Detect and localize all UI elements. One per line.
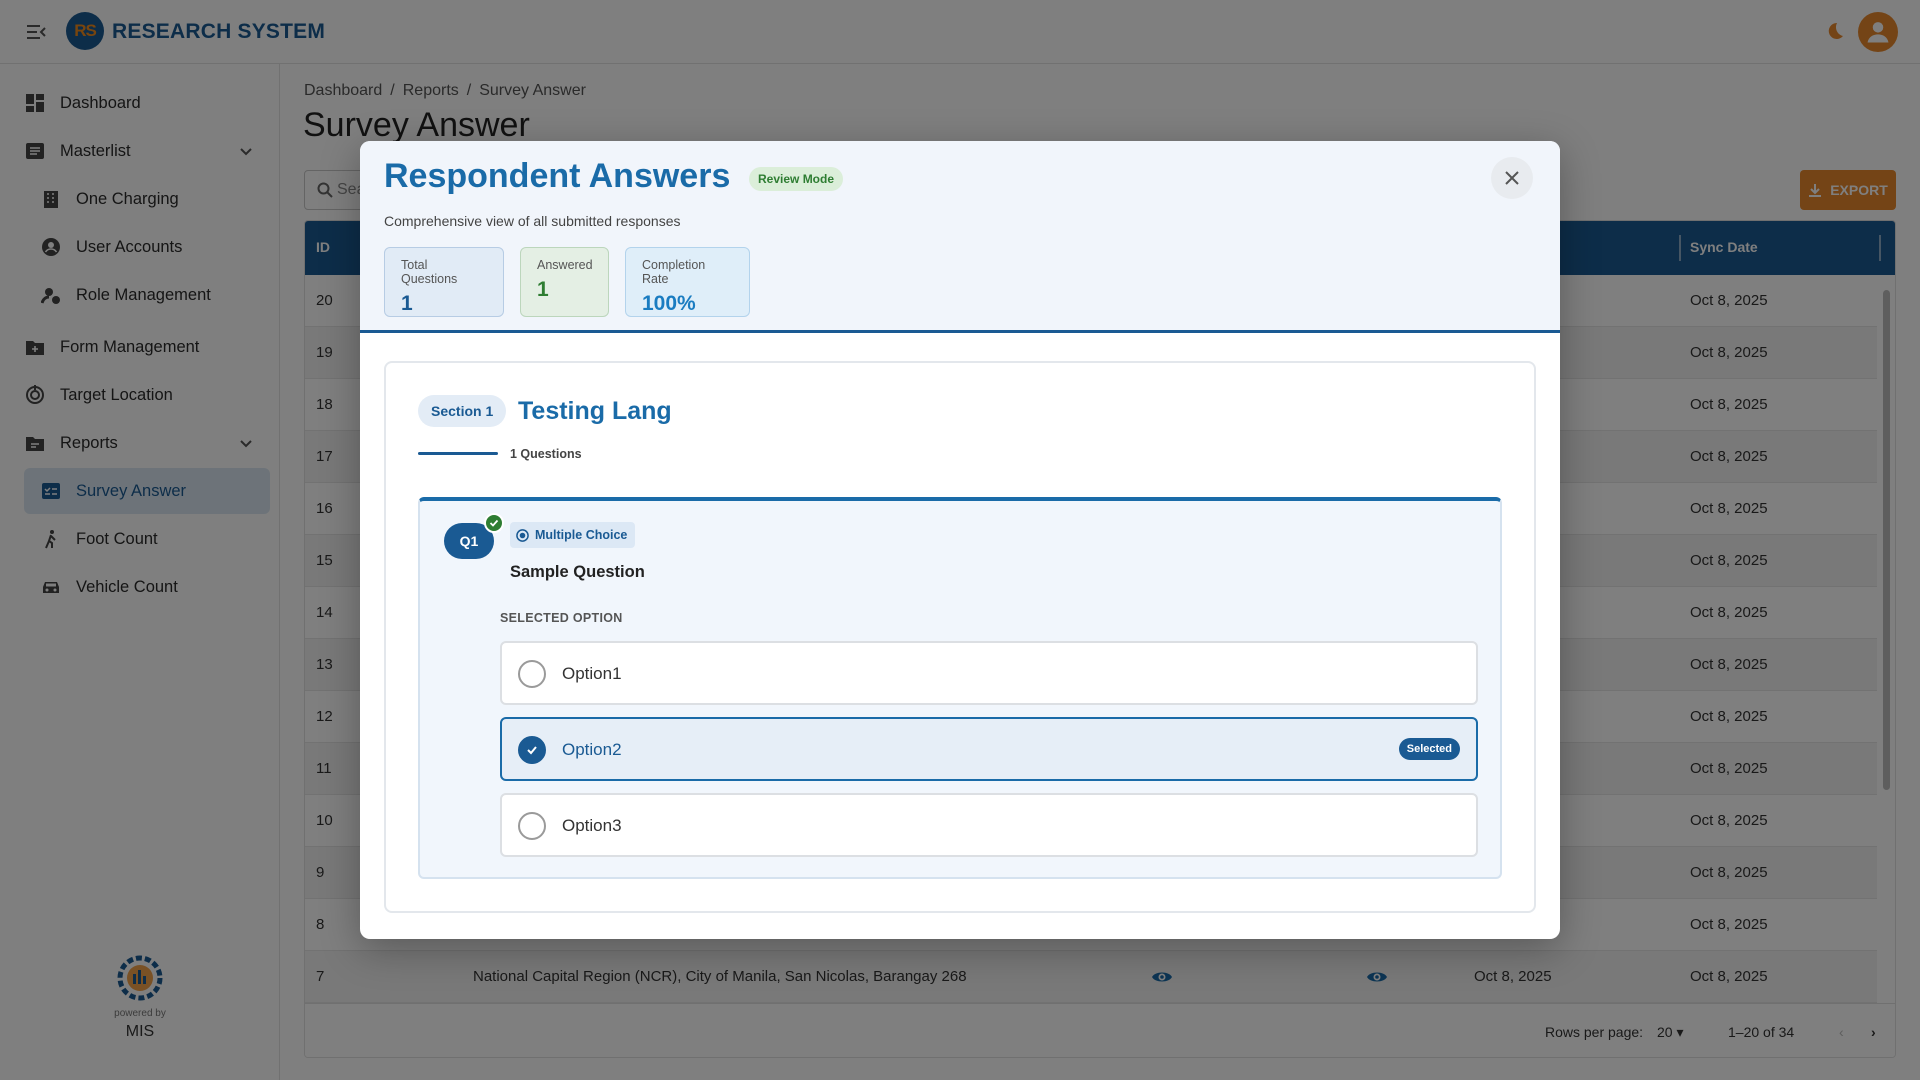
section-title: Testing Lang: [518, 397, 672, 425]
question-type-chip: Multiple Choice: [510, 522, 636, 548]
stat-value: 1: [537, 278, 549, 301]
close-icon: [1505, 171, 1519, 185]
option-item[interactable]: Option1: [500, 641, 1478, 705]
stat-label: Completion Rate: [642, 258, 706, 286]
option-label: Option2: [562, 740, 622, 759]
review-mode-badge: Review Mode: [749, 167, 844, 191]
answered-check-icon: [484, 513, 504, 533]
question-card: Q1 Multiple Choice Sample Question SELEC…: [418, 497, 1502, 879]
option-label: Option1: [562, 664, 622, 683]
radio-checked-icon: [518, 736, 546, 764]
stat-value: 1: [401, 292, 413, 315]
question-type-label: Multiple Choice: [535, 528, 628, 542]
stat-answered: Answered 1: [520, 247, 609, 317]
close-button[interactable]: [1491, 157, 1533, 199]
selected-option-label: SELECTED OPTION: [500, 611, 623, 625]
stat-total-questions: Total Questions 1: [384, 247, 504, 317]
section-question-count: 1 Questions: [510, 447, 582, 461]
option-label: Option3: [562, 816, 622, 835]
radio-button-icon: [516, 528, 529, 542]
section-card: Section 1 Testing Lang 1 Questions Q1 Mu…: [384, 361, 1536, 913]
dialog-title: Respondent Answers: [384, 157, 731, 195]
stat-completion-rate: Completion Rate 100%: [625, 247, 750, 317]
option-item-selected[interactable]: Option2 Selected: [500, 717, 1478, 781]
section-underline: [418, 452, 498, 455]
option-item[interactable]: Option3: [500, 793, 1478, 857]
radio-unchecked-icon: [518, 812, 546, 840]
selected-badge: Selected: [1398, 738, 1460, 760]
stat-label: Total Questions: [401, 258, 458, 286]
stat-label: Answered: [537, 258, 593, 272]
dialog-header: Respondent Answers Review Mode Comprehen…: [360, 141, 1560, 333]
section-badge: Section 1: [418, 395, 507, 427]
respondent-answers-dialog: Respondent Answers Review Mode Comprehen…: [360, 141, 1560, 939]
stat-value: 100%: [642, 292, 696, 315]
dialog-subtitle: Comprehensive view of all submitted resp…: [384, 213, 681, 229]
radio-unchecked-icon: [518, 660, 546, 688]
question-text: Sample Question: [510, 563, 645, 581]
